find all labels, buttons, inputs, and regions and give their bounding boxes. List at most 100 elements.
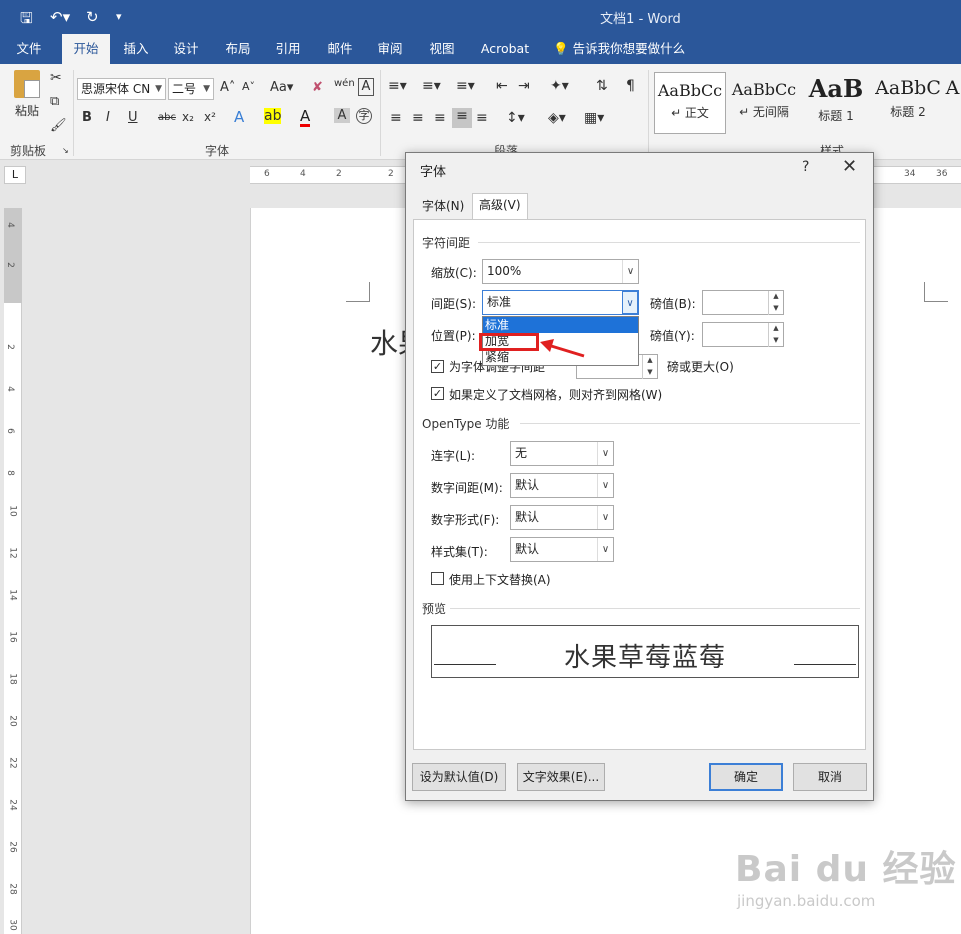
- phonetic-guide-icon[interactable]: wén: [334, 78, 355, 89]
- clear-format-icon[interactable]: ✘: [312, 80, 323, 95]
- snap-to-grid-checkbox[interactable]: ✓: [431, 387, 444, 400]
- number-forms-dropdown[interactable]: 默认 ∨: [510, 505, 614, 530]
- bullets-icon[interactable]: ≡▾: [388, 78, 407, 94]
- align-right-icon[interactable]: ≡: [434, 110, 446, 126]
- numbering-icon[interactable]: ≡▾: [422, 78, 441, 94]
- spin-down-icon[interactable]: ▼: [768, 303, 783, 315]
- line-spacing-icon[interactable]: ↕▾: [506, 110, 525, 126]
- tab-selector[interactable]: L: [4, 166, 26, 184]
- paste-button[interactable]: 粘贴: [10, 70, 44, 132]
- spin-up-icon[interactable]: ▲: [768, 291, 783, 303]
- chevron-down-icon: ∨: [597, 442, 613, 465]
- close-icon[interactable]: ✕: [842, 156, 857, 177]
- style-more[interactable]: A: [944, 72, 961, 134]
- spacing-points-spinner[interactable]: ▲ ▼: [702, 290, 784, 315]
- show-marks-icon[interactable]: ¶: [626, 78, 635, 94]
- kerning-checkbox[interactable]: ✓: [431, 360, 444, 373]
- dialog-title: 字体: [420, 165, 447, 180]
- text-effects-icon[interactable]: A: [234, 108, 244, 126]
- tab-references[interactable]: 引用: [266, 34, 310, 64]
- spin-down-icon[interactable]: ▼: [642, 367, 657, 379]
- italic-icon[interactable]: I: [106, 110, 110, 125]
- scale-dropdown[interactable]: 100% ∨: [482, 259, 639, 284]
- font-name-combo[interactable]: 思源宋体 CN ▼: [77, 78, 166, 100]
- tab-font[interactable]: 字体(N): [416, 195, 470, 219]
- character-shading-icon[interactable]: A: [334, 108, 350, 123]
- stylistic-sets-dropdown[interactable]: 默认 ∨: [510, 537, 614, 562]
- justify-icon[interactable]: ≡: [452, 108, 472, 128]
- highlight-icon[interactable]: ab: [264, 108, 282, 124]
- spacing-option-normal[interactable]: 标准: [483, 317, 638, 333]
- tell-me-box[interactable]: 💡 告诉我你想要做什么: [553, 34, 685, 64]
- copy-icon[interactable]: ⧉: [50, 94, 59, 109]
- tab-acrobat[interactable]: Acrobat: [474, 34, 536, 64]
- ruler-number: 6: [264, 169, 270, 179]
- multilevel-list-icon[interactable]: ≡▾: [456, 78, 475, 94]
- tab-layout[interactable]: 布局: [216, 34, 260, 64]
- text-effects-button[interactable]: 文字效果(E)...: [517, 763, 605, 791]
- advanced-panel: 字符间距 缩放(C): 100% ∨ 间距(S): 标准 ∨ 磅值(B): ▲ …: [413, 219, 866, 750]
- style-heading-2[interactable]: AaBbC 标题 2: [872, 72, 944, 134]
- grow-font-icon[interactable]: A˄: [220, 80, 235, 95]
- ok-button[interactable]: 确定: [709, 763, 783, 791]
- style-heading-1[interactable]: AaB 标题 1: [800, 72, 872, 134]
- number-spacing-dropdown[interactable]: 默认 ∨: [510, 473, 614, 498]
- character-border-icon[interactable]: A: [358, 78, 374, 96]
- strikethrough-icon[interactable]: abc: [158, 112, 176, 123]
- font-size-combo[interactable]: 二号 ▼: [168, 78, 214, 100]
- decrease-indent-icon[interactable]: ⇤: [496, 78, 508, 94]
- crop-mark: [924, 282, 948, 302]
- cancel-button[interactable]: 取消: [793, 763, 867, 791]
- position-points-spinner[interactable]: ▲ ▼: [702, 322, 784, 347]
- tab-home[interactable]: 开始: [62, 34, 110, 64]
- borders-icon[interactable]: ▦▾: [584, 110, 604, 126]
- contextual-alternates-checkbox[interactable]: [431, 572, 444, 585]
- superscript-icon[interactable]: x²: [204, 110, 216, 124]
- spin-up-icon[interactable]: ▲: [642, 355, 657, 367]
- change-case-button[interactable]: Aa▾: [270, 80, 293, 95]
- tab-design[interactable]: 设计: [164, 34, 208, 64]
- spacing-dropdown[interactable]: 标准 ∨: [482, 290, 639, 315]
- cut-icon[interactable]: ✂: [50, 70, 62, 86]
- set-default-button[interactable]: 设为默认值(D): [412, 763, 506, 791]
- distributed-icon[interactable]: ≡: [476, 110, 488, 126]
- font-color-icon[interactable]: A: [300, 108, 311, 127]
- ruler-number: 4: [4, 222, 15, 228]
- spin-up-icon[interactable]: ▲: [768, 323, 783, 335]
- ruler-number: 2: [4, 344, 15, 350]
- char-spacing-heading: 字符间距: [422, 236, 471, 250]
- style-no-spacing[interactable]: AaBbCc ↵ 无间隔: [728, 72, 800, 134]
- vertical-ruler[interactable]: 4 2 2 4 6 8 10 12 14 16 18 20 22 24 26 2…: [4, 208, 22, 934]
- tab-file[interactable]: 文件: [6, 34, 52, 64]
- annotation-highlight-box: [479, 333, 539, 351]
- align-left-icon[interactable]: ≡: [390, 110, 402, 126]
- underline-icon[interactable]: U: [128, 110, 138, 125]
- spin-down-icon[interactable]: ▼: [768, 335, 783, 347]
- subscript-icon[interactable]: x₂: [182, 110, 194, 124]
- tab-advanced[interactable]: 高级(V): [472, 193, 528, 220]
- window-title: 文档1 - Word: [600, 12, 681, 27]
- tab-review[interactable]: 审阅: [368, 34, 412, 64]
- help-icon[interactable]: ?: [802, 159, 809, 175]
- tab-mailings[interactable]: 邮件: [318, 34, 362, 64]
- shading-icon[interactable]: ◈▾: [548, 110, 566, 126]
- shrink-font-icon[interactable]: A˅: [242, 80, 255, 93]
- ligatures-dropdown[interactable]: 无 ∨: [510, 441, 614, 466]
- format-painter-icon[interactable]: 🖌: [50, 118, 67, 133]
- chevron-down-icon: ▼: [203, 84, 210, 94]
- chinese-layout-icon[interactable]: ✦▾: [550, 78, 569, 94]
- tab-insert[interactable]: 插入: [114, 34, 158, 64]
- ribbon-tab-bar: 文件 开始 插入 设计 布局 引用 邮件 审阅 视图 Acrobat 💡 告诉我…: [0, 34, 961, 64]
- preview-text: 水果草莓蓝莓: [563, 643, 726, 673]
- opentype-heading: OpenType 功能: [422, 417, 510, 431]
- dialog-launcher-icon[interactable]: ↘: [62, 146, 69, 155]
- bold-icon[interactable]: B: [82, 110, 92, 125]
- ruler-number: 2: [4, 262, 15, 268]
- clipboard-group-label: 剪贴板: [10, 144, 47, 158]
- enclose-characters-icon[interactable]: 字: [356, 108, 372, 124]
- increase-indent-icon[interactable]: ⇥: [518, 78, 530, 94]
- align-center-icon[interactable]: ≡: [412, 110, 424, 126]
- style-normal[interactable]: AaBbCc ↵ 正文: [654, 72, 726, 134]
- sort-icon[interactable]: ⇅: [596, 78, 608, 94]
- tab-view[interactable]: 视图: [420, 34, 464, 64]
